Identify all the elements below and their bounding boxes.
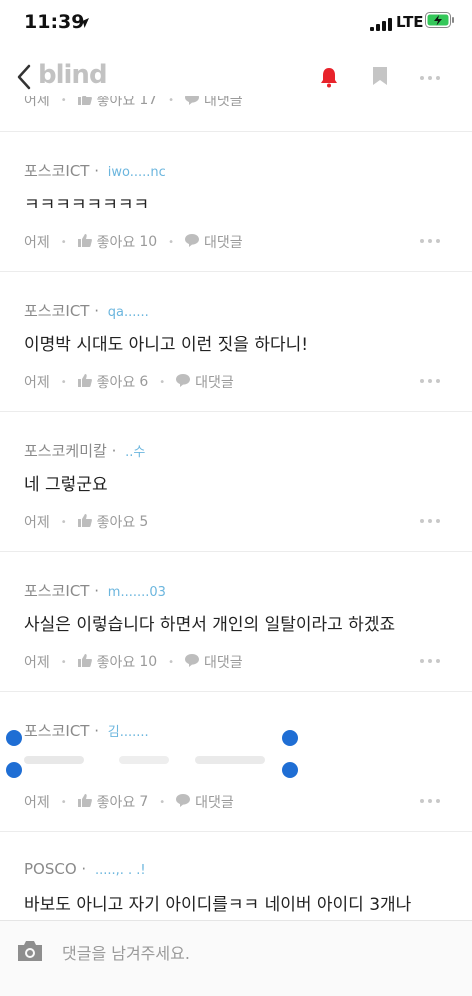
company-name: 포스코ICT bbox=[24, 302, 90, 320]
redaction-mark bbox=[194, 756, 265, 764]
comment-author: 포스코ICT · m.......03 bbox=[24, 582, 166, 600]
comment-time: 어제 bbox=[24, 235, 50, 251]
more-options-icon[interactable] bbox=[420, 76, 440, 80]
comment-item-selected: 포스코ICT · 김....... 어제 • 좋아요 7 • 대댓글 bbox=[0, 692, 472, 832]
comment-item: POSCO · .....,. . .! 바보도 아니고 자기 아이디를ㅋㅋ 네… bbox=[0, 832, 472, 920]
company-name: 포스코ICT bbox=[24, 162, 90, 180]
thumbs-up-icon[interactable] bbox=[77, 513, 92, 531]
comment-meta: 어제 • 좋아요 10 • 대댓글 bbox=[24, 652, 243, 672]
comment-text: 이명박 시대도 아니고 이런 짓을 하다니! bbox=[24, 335, 309, 355]
selection-handle[interactable] bbox=[282, 762, 298, 778]
comment-meta: 어제 • 좋아요 7 • 대댓글 bbox=[24, 792, 234, 812]
like-count: 5 bbox=[139, 514, 149, 530]
speech-bubble-icon[interactable] bbox=[185, 96, 200, 109]
comment-item: 포스코ICT · iwo.....nc ㅋㅋㅋㅋㅋㅋㅋㅋ 어제 • 좋아요 10… bbox=[0, 132, 472, 272]
comment-author: 포스코케미칼 · ..수 bbox=[24, 442, 146, 460]
user-handle[interactable]: qa...... bbox=[108, 305, 149, 320]
comment-time: 어제 bbox=[24, 96, 50, 109]
comment-item-partial: 어제 • 좋아요 17 • 대댓글 bbox=[0, 96, 472, 132]
thumbs-up-icon[interactable] bbox=[77, 96, 92, 109]
status-time: 11:39 bbox=[24, 11, 85, 33]
back-chevron-icon[interactable] bbox=[16, 64, 32, 94]
comment-item: 포스코케미칼 · ..수 네 그렇군요 어제 • 좋아요 5 bbox=[0, 412, 472, 552]
comment-text: ㅋㅋㅋㅋㅋㅋㅋㅋ bbox=[24, 195, 150, 215]
thumbs-up-icon[interactable] bbox=[77, 233, 92, 251]
reply-label[interactable]: 대댓글 bbox=[204, 652, 243, 672]
comment-more-icon[interactable] bbox=[420, 379, 440, 383]
comment-time: 어제 bbox=[24, 795, 50, 811]
comment-text: 바보도 아니고 자기 아이디를ㅋㅋ 네이버 아이디 3개나 bbox=[24, 895, 412, 915]
comment-meta: 어제 • 좋아요 5 bbox=[24, 512, 149, 532]
like-count: 17 bbox=[139, 96, 158, 108]
comment-more-icon[interactable] bbox=[420, 659, 440, 663]
comment-time: 어제 bbox=[24, 375, 50, 391]
comment-author: 포스코ICT · qa...... bbox=[24, 302, 149, 320]
speech-bubble-icon[interactable] bbox=[176, 793, 191, 811]
comment-more-icon[interactable] bbox=[420, 519, 440, 523]
bookmark-icon[interactable] bbox=[372, 66, 388, 90]
reply-label[interactable]: 대댓글 bbox=[204, 232, 243, 252]
speech-bubble-icon[interactable] bbox=[185, 653, 200, 671]
reply-label[interactable]: 대댓글 bbox=[195, 792, 234, 812]
user-handle[interactable]: 김....... bbox=[108, 725, 149, 740]
reply-label[interactable]: 대댓글 bbox=[204, 96, 243, 110]
like-label[interactable]: 좋아요 bbox=[97, 372, 136, 392]
comment-item: 포스코ICT · qa...... 이명박 시대도 아니고 이런 짓을 하다니!… bbox=[0, 272, 472, 412]
status-bar: 11:39 LTE bbox=[0, 0, 472, 46]
redaction-mark bbox=[119, 756, 170, 764]
like-count: 7 bbox=[139, 794, 149, 810]
comment-meta: 어제 • 좋아요 17 • 대댓글 bbox=[24, 96, 243, 110]
battery-charging-icon bbox=[425, 12, 455, 32]
signal-icon bbox=[370, 16, 392, 35]
comment-text: 사실은 이렇습니다 하면서 개인의 일탈이라고 하겠죠 bbox=[24, 615, 396, 635]
app-logo: blind bbox=[38, 60, 108, 90]
redaction-mark bbox=[24, 756, 84, 764]
comment-author: POSCO · .....,. . .! bbox=[24, 860, 146, 878]
comment-meta: 어제 • 좋아요 6 • 대댓글 bbox=[24, 372, 234, 392]
like-label[interactable]: 좋아요 bbox=[97, 232, 136, 252]
thumbs-up-icon[interactable] bbox=[77, 653, 92, 671]
reply-label[interactable]: 대댓글 bbox=[195, 372, 234, 392]
camera-icon[interactable] bbox=[16, 939, 44, 967]
comment-text-obscured bbox=[24, 750, 265, 770]
comment-input[interactable] bbox=[62, 940, 442, 966]
user-handle[interactable]: m.......03 bbox=[108, 585, 166, 600]
like-count: 10 bbox=[139, 654, 158, 670]
like-label[interactable]: 좋아요 bbox=[97, 652, 136, 672]
selection-handle[interactable] bbox=[6, 730, 22, 746]
speech-bubble-icon[interactable] bbox=[176, 373, 191, 391]
location-arrow-icon bbox=[78, 14, 90, 33]
comment-text: 네 그렇군요 bbox=[24, 475, 108, 495]
selection-handle[interactable] bbox=[282, 730, 298, 746]
company-name: POSCO bbox=[24, 860, 77, 878]
comment-more-icon[interactable] bbox=[420, 799, 440, 803]
thumbs-up-icon[interactable] bbox=[77, 373, 92, 391]
like-count: 6 bbox=[139, 374, 149, 390]
speech-bubble-icon[interactable] bbox=[185, 233, 200, 251]
comment-meta: 어제 • 좋아요 10 • 대댓글 bbox=[24, 232, 243, 252]
like-label[interactable]: 좋아요 bbox=[97, 96, 136, 110]
like-label[interactable]: 좋아요 bbox=[97, 792, 136, 812]
company-name: 포스코ICT bbox=[24, 582, 90, 600]
comment-item: 포스코ICT · m.......03 사실은 이렇습니다 하면서 개인의 일탈… bbox=[0, 552, 472, 692]
network-label: LTE bbox=[396, 13, 424, 31]
selection-handle[interactable] bbox=[6, 762, 22, 778]
notification-bell-icon[interactable] bbox=[318, 66, 340, 92]
like-label[interactable]: 좋아요 bbox=[97, 512, 136, 532]
company-name: 포스코ICT bbox=[24, 722, 90, 740]
comment-composer bbox=[0, 920, 472, 996]
comment-time: 어제 bbox=[24, 515, 50, 531]
comment-list[interactable]: 어제 • 좋아요 17 • 대댓글 포스코ICT · iwo.....nc ㅋㅋ… bbox=[0, 96, 472, 920]
thumbs-up-icon[interactable] bbox=[77, 793, 92, 811]
like-count: 10 bbox=[139, 234, 158, 250]
user-handle[interactable]: ..수 bbox=[125, 445, 145, 460]
comment-author: 포스코ICT · 김....... bbox=[24, 722, 149, 740]
comment-time: 어제 bbox=[24, 655, 50, 671]
user-handle[interactable]: iwo.....nc bbox=[108, 165, 166, 180]
company-name: 포스코케미칼 bbox=[24, 442, 107, 460]
comment-more-icon[interactable] bbox=[420, 239, 440, 243]
user-handle[interactable]: .....,. . .! bbox=[95, 863, 146, 878]
comment-author: 포스코ICT · iwo.....nc bbox=[24, 162, 166, 180]
